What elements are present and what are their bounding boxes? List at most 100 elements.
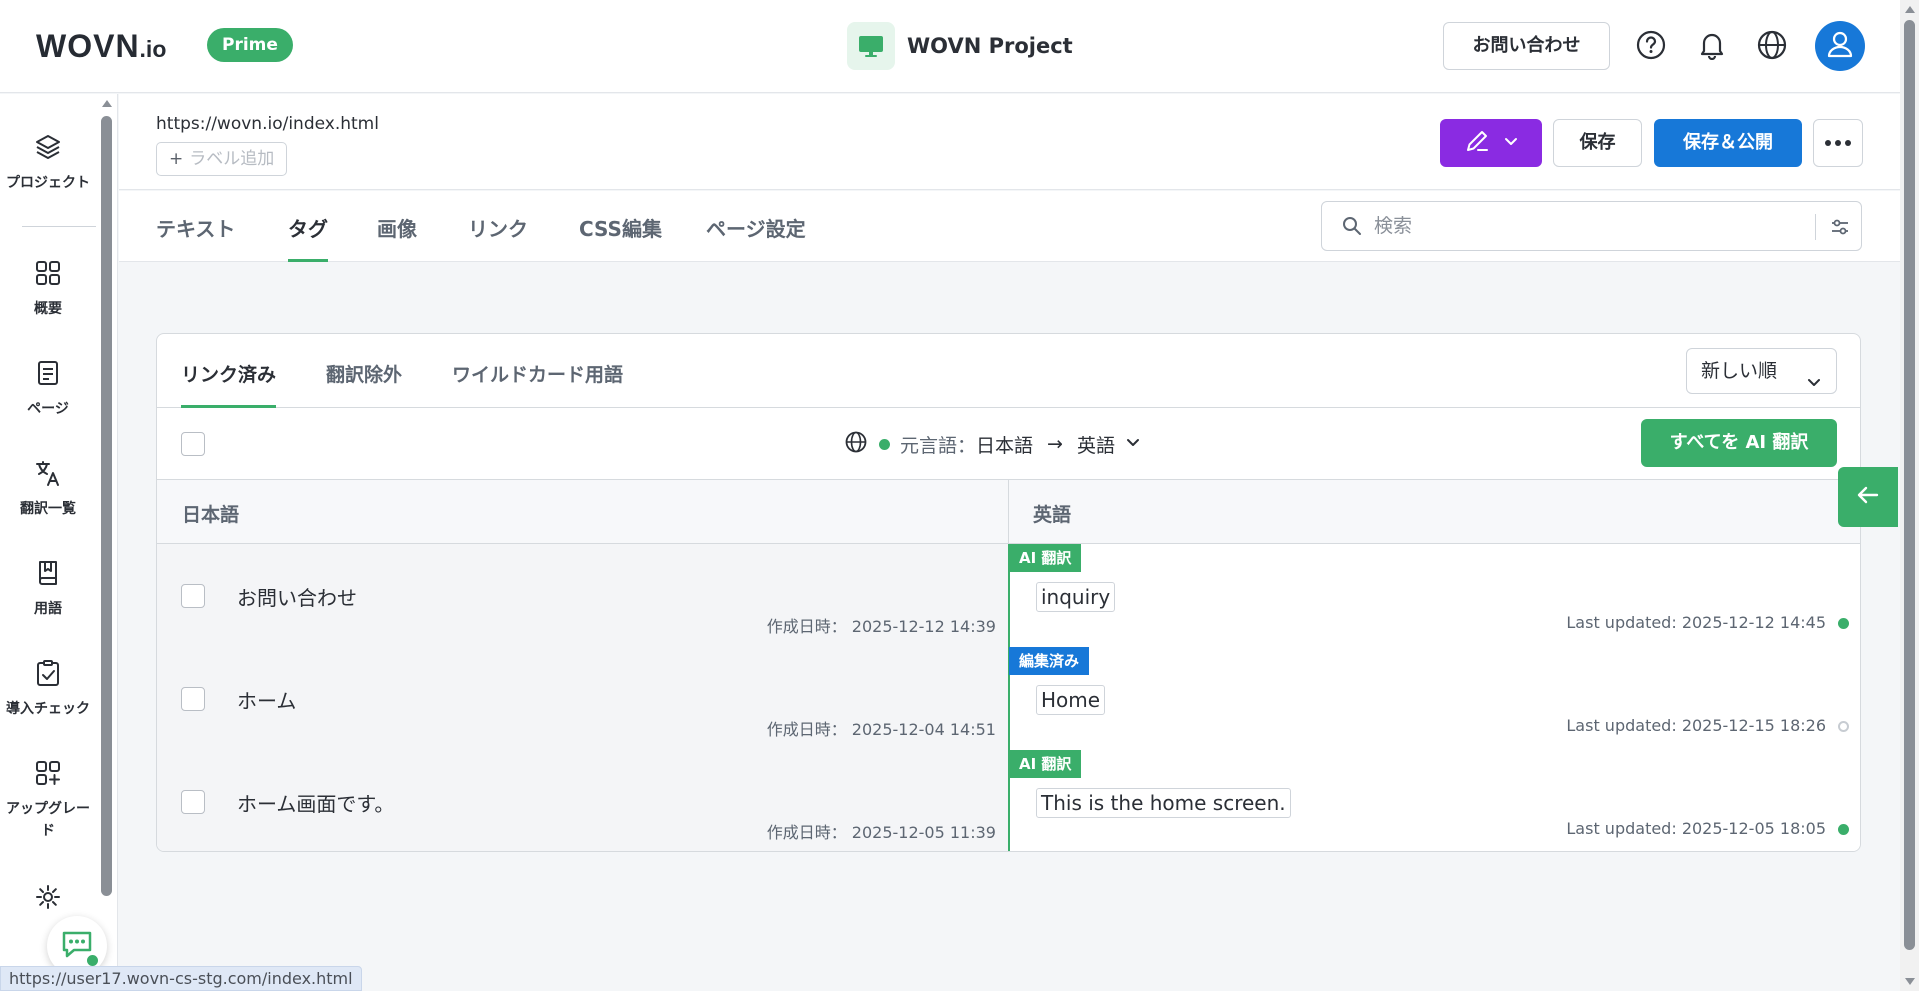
filter-sliders-icon[interactable] — [1830, 217, 1850, 241]
plan-badge: Prime — [207, 28, 293, 62]
add-label-text: ラベル追加 — [189, 149, 275, 169]
collapse-panel-button[interactable] — [1838, 467, 1898, 527]
sidebar-item-translations[interactable]: 翻訳一覧 — [0, 458, 96, 520]
project-name: WOVN Project — [907, 34, 1073, 58]
column-divider — [1008, 480, 1009, 544]
source-text: お問い合わせ — [237, 586, 357, 610]
table-row: ホーム画面です。 作成日時： 2025-12-05 11:39 AI 翻訳 Th… — [157, 750, 1860, 851]
page-url: https://wovn.io/index.html — [156, 114, 379, 134]
tab-tag[interactable]: タグ — [288, 213, 328, 262]
sidebar-item-overview[interactable]: 概要 — [0, 258, 96, 320]
grid-plus-icon — [0, 758, 96, 788]
link-status-bar: https://user17.wovn-cs-stg.com/index.htm… — [0, 966, 362, 991]
row-checkbox[interactable] — [181, 687, 205, 711]
translation-text[interactable]: This is the home screen. — [1036, 788, 1291, 818]
scroll-up-arrow-icon[interactable] — [102, 100, 112, 107]
subtabs: リンク済み 翻訳除外 ワイルドカード用語 新しい順 — [157, 334, 1860, 408]
status-badge: 編集済み — [1009, 647, 1090, 675]
sidebar-item-pages[interactable]: ページ — [0, 358, 96, 420]
sidebar-item-label: 導入チェック — [6, 701, 90, 717]
tab-image[interactable]: 画像 — [377, 213, 417, 262]
edit-mode-button[interactable] — [1440, 119, 1542, 167]
sidebar-item-settings[interactable] — [0, 882, 96, 912]
source-text: ホーム — [237, 689, 297, 713]
sidebar-item-glossary[interactable]: 用語 — [0, 558, 96, 620]
book-icon — [0, 558, 96, 588]
created-date: 作成日時： 2025-12-05 11:39 — [766, 823, 996, 842]
search-box — [1321, 201, 1862, 251]
created-date: 作成日時： 2025-12-12 14:39 — [766, 617, 996, 636]
arrow-right-icon: → — [1047, 433, 1063, 455]
language-selector[interactable]: 元言語： 日本語 → 英語 — [845, 430, 1141, 458]
search-icon — [1342, 216, 1362, 240]
tab-css-edit[interactable]: CSS編集 — [579, 213, 662, 262]
user-icon — [1827, 30, 1853, 62]
add-label-button[interactable]: + ラベル追加 — [156, 142, 288, 176]
bell-icon[interactable] — [1695, 28, 1729, 62]
scroll-down-arrow-icon[interactable] — [1905, 978, 1915, 985]
source-text: ホーム画面です。 — [237, 792, 395, 816]
sidebar-scrollbar[interactable] — [101, 100, 112, 900]
sidebar-item-setup-check[interactable]: 導入チェック — [0, 658, 96, 720]
sidebar-scrollbar-thumb[interactable] — [101, 116, 112, 896]
subtab-excluded[interactable]: 翻訳除外 — [326, 360, 402, 408]
translation-cell[interactable]: 編集済み Home Last updated: 2025-12-15 18:26 — [1008, 647, 1860, 750]
row-checkbox[interactable] — [181, 790, 205, 814]
table-header: 日本語 英語 — [157, 480, 1860, 544]
translation-cell[interactable]: AI 翻訳 This is the home screen. Last upda… — [1008, 750, 1860, 851]
globe-icon[interactable] — [1755, 28, 1789, 62]
status-badge: AI 翻訳 — [1009, 544, 1082, 572]
user-avatar[interactable] — [1815, 21, 1865, 71]
select-all-checkbox[interactable] — [181, 432, 205, 456]
page-scrollbar[interactable] — [1900, 0, 1919, 991]
sidebar-item-project[interactable]: プロジェクト — [0, 132, 96, 194]
search-input[interactable] — [1374, 212, 1774, 240]
source-cell: ホーム画面です。 作成日時： 2025-12-05 11:39 — [157, 750, 1008, 851]
translation-card: リンク済み 翻訳除外 ワイルドカード用語 新しい順 元言語： 日本語 → 英語 … — [156, 333, 1861, 852]
last-updated: Last updated: 2025-12-05 18:05 — [1566, 819, 1826, 838]
sidebar-item-label: プロジェクト — [6, 175, 90, 191]
contact-button[interactable]: お問い合わせ — [1443, 22, 1610, 70]
translation-cell[interactable]: AI 翻訳 inquiry Last updated: 2025-12-12 1… — [1008, 544, 1860, 647]
globe-icon — [845, 431, 867, 458]
search-divider — [1815, 214, 1816, 240]
row-checkbox[interactable] — [181, 584, 205, 608]
page-scrollbar-thumb[interactable] — [1904, 20, 1915, 950]
subtab-linked[interactable]: リンク済み — [181, 360, 277, 408]
page-header: https://wovn.io/index.html + ラベル追加 保存 保存＆… — [119, 94, 1900, 190]
arrow-left-icon — [1857, 486, 1879, 508]
last-updated: Last updated: 2025-12-12 14:45 — [1566, 613, 1826, 632]
save-and-publish-button[interactable]: 保存＆公開 — [1654, 119, 1802, 167]
sidebar-item-upgrade[interactable]: アップグレード — [0, 758, 96, 842]
chevron-down-icon — [1125, 433, 1141, 455]
language-status-dot — [879, 438, 890, 450]
more-dot — [1835, 140, 1841, 146]
subtab-wildcard[interactable]: ワイルドカード用語 — [452, 360, 623, 408]
tab-page-settings[interactable]: ページ設定 — [706, 213, 806, 262]
translation-text[interactable]: Home — [1036, 685, 1106, 715]
publish-status-dot — [1838, 618, 1849, 629]
more-dot — [1845, 140, 1851, 146]
ai-translate-all-button[interactable]: すべてを AI 翻訳 — [1641, 419, 1837, 467]
project-switcher[interactable]: WOVN Project — [847, 22, 1073, 70]
source-cell: ホーム 作成日時： 2025-12-04 14:51 — [157, 647, 1008, 750]
help-icon[interactable] — [1634, 28, 1668, 62]
wovn-logo[interactable]: WOVN.io — [36, 28, 166, 65]
source-cell: お問い合わせ 作成日時： 2025-12-12 14:39 — [157, 544, 1008, 647]
publish-status-dot — [1838, 824, 1849, 835]
translation-text[interactable]: inquiry — [1036, 582, 1116, 612]
scroll-up-arrow-icon[interactable] — [1905, 6, 1915, 13]
tabs-bar: テキスト タグ 画像 リンク CSS編集 ページ設定 — [119, 191, 1900, 262]
more-options-button[interactable] — [1813, 119, 1863, 167]
save-button[interactable]: 保存 — [1553, 119, 1642, 167]
column-header-target: 英語 — [1033, 504, 1072, 526]
tab-link[interactable]: リンク — [468, 213, 528, 262]
tab-text[interactable]: テキスト — [156, 213, 235, 262]
source-language-label: 元言語： — [900, 434, 977, 457]
last-updated: Last updated: 2025-12-15 18:26 — [1566, 716, 1826, 735]
sort-select[interactable]: 新しい順 — [1686, 348, 1837, 394]
table-toolbar: 元言語： 日本語 → 英語 すべてを AI 翻訳 — [157, 408, 1860, 480]
sidebar: プロジェクト 概要 ページ 翻訳一覧 用語 導入チェック アップグレード — [0, 94, 118, 991]
clipboard-check-icon — [0, 658, 96, 688]
more-dot — [1825, 140, 1831, 146]
